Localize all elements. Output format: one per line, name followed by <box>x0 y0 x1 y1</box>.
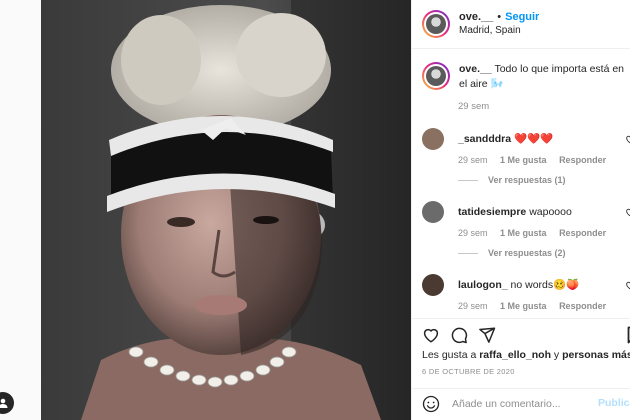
emoji-icon[interactable] <box>422 395 440 413</box>
comment-like-icon[interactable] <box>625 280 630 290</box>
caption-username[interactable]: ove.__ <box>459 63 492 75</box>
comment-likes[interactable]: 1 Me gusta <box>500 301 547 311</box>
comment-icon[interactable] <box>450 326 468 344</box>
comment-username[interactable]: tatidesiempre <box>458 206 526 218</box>
likes-others-link[interactable]: personas más <box>562 349 630 361</box>
comment-time[interactable]: 29 sem <box>458 301 488 311</box>
comment-input[interactable] <box>452 398 582 410</box>
instagram-post-page: ove.__ • Seguir Madrid, Spain ove.__ Todo … <box>0 0 630 420</box>
follow-button[interactable]: Seguir <box>505 11 539 23</box>
publish-button[interactable]: Publica <box>598 397 630 409</box>
comment-avatar[interactable] <box>422 201 444 223</box>
comment-like-icon[interactable] <box>625 134 630 144</box>
comments-divider <box>412 318 630 319</box>
caption-time[interactable]: 29 sem <box>458 101 489 112</box>
post-side-panel: ove.__ • Seguir Madrid, Spain ove.__ Todo … <box>411 0 630 420</box>
comment-text: wapoooo <box>529 206 572 218</box>
caption-avatar[interactable] <box>422 62 450 90</box>
share-icon[interactable] <box>478 326 496 344</box>
likes-summary: Les gusta a raffa_ello_noh y personas má… <box>422 349 630 361</box>
comment-avatar[interactable] <box>422 128 444 150</box>
comment-username[interactable]: laulogon_ <box>458 279 508 291</box>
reply-button[interactable]: Responder <box>559 228 606 238</box>
likes-user-link[interactable]: raffa_ello_noh <box>479 349 551 361</box>
comment-time[interactable]: 29 sem <box>458 155 488 165</box>
comment-avatar[interactable] <box>422 274 444 296</box>
left-background <box>0 0 41 420</box>
add-comment-bar: Publica <box>412 388 630 420</box>
comment-text: ❤️❤️❤️ <box>514 133 554 145</box>
reply-button[interactable]: Responder <box>559 301 606 311</box>
comment-likes[interactable]: 1 Me gusta <box>500 228 547 238</box>
heart-icon[interactable] <box>422 326 440 344</box>
header-separator: • <box>497 11 502 23</box>
post-photo[interactable] <box>41 0 411 420</box>
post-header: ove.__ • Seguir Madrid, Spain <box>412 0 630 48</box>
author-avatar[interactable] <box>422 10 450 38</box>
header-divider <box>412 48 630 49</box>
reply-button[interactable]: Responder <box>559 155 606 165</box>
comment-time[interactable]: 29 sem <box>458 228 488 238</box>
post-date[interactable]: 6 DE OCTUBRE DE 2020 <box>422 367 515 376</box>
comment-like-icon[interactable] <box>625 207 630 217</box>
comment-text: no words🥴🍑 <box>510 279 580 291</box>
view-replies-button[interactable]: Ver respuestas (2) <box>458 248 566 258</box>
view-replies-button[interactable]: Ver respuestas (1) <box>458 175 566 185</box>
post-caption: ove.__ Todo lo que importa está en el ai… <box>422 62 627 92</box>
action-bar <box>422 324 630 346</box>
comment-username[interactable]: _sandddra <box>458 133 511 145</box>
post-location[interactable]: Madrid, Spain <box>459 24 539 38</box>
comment-likes[interactable]: 1 Me gusta <box>500 155 547 165</box>
author-username[interactable]: ove.__ <box>459 11 493 23</box>
